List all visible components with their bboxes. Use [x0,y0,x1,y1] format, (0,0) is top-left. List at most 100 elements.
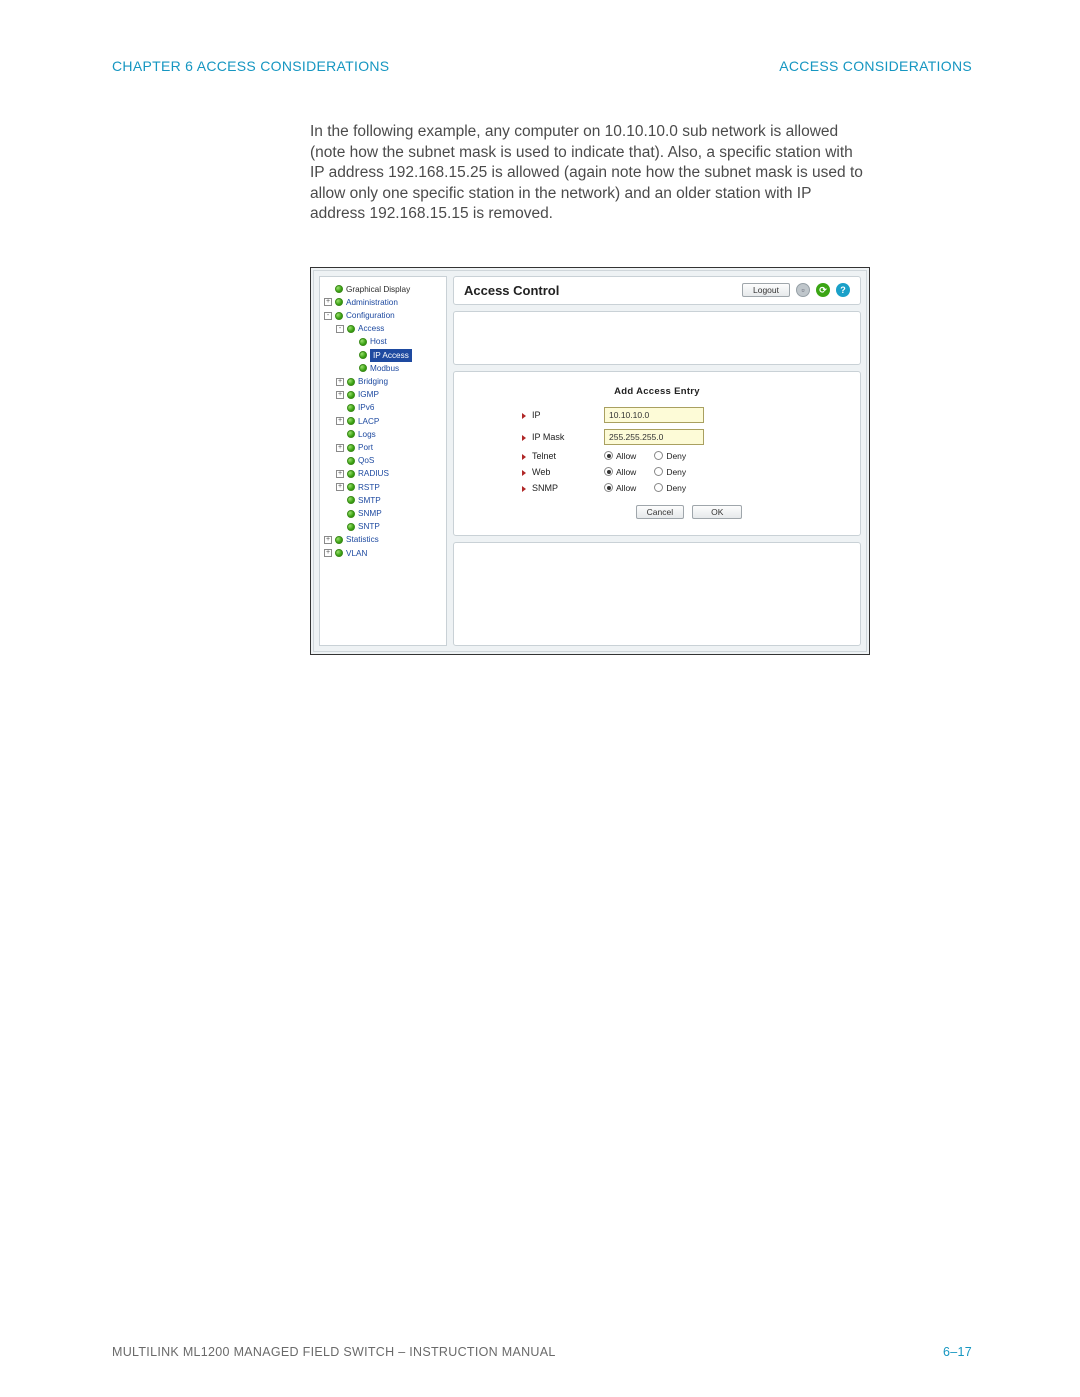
tree-item-label[interactable]: RADIUS [358,467,389,480]
tree-item-label[interactable]: Statistics [346,533,379,546]
body-paragraph: In the following example, any computer o… [310,122,870,225]
expand-icon[interactable]: + [336,378,344,386]
node-icon [359,364,367,372]
nav-tree-panel: Graphical Display+Administration-Configu… [319,276,447,646]
title-panel: Access Control Logout ▫ ⟳ ? [453,276,861,305]
node-icon [335,285,343,293]
tree-item[interactable]: + RSTP [336,481,442,494]
header-left: CHAPTER 6 ACCESS CONSIDERATIONS [112,58,389,74]
expand-icon[interactable]: + [336,417,344,425]
tree-item-label[interactable]: Graphical Display [346,283,410,296]
node-icon [347,523,355,531]
allow-radio[interactable]: Allow [604,467,636,477]
main-area: Access Control Logout ▫ ⟳ ? Add Access E… [453,276,861,646]
tree-item-label[interactable]: RSTP [358,481,380,494]
help-icon[interactable]: ? [836,283,850,297]
page-footer: MULTILINK ML1200 MANAGED FIELD SWITCH – … [112,1345,972,1359]
tree-item[interactable]: - Access [336,322,442,335]
spacer-icon [336,404,344,412]
spacer-icon [324,285,332,293]
tree-item-label[interactable]: Modbus [370,362,399,375]
node-icon [347,444,355,452]
tree-item-label[interactable]: Administration [346,296,398,309]
node-icon [347,391,355,399]
save-icon[interactable]: ▫ [796,283,810,297]
tree-item-label[interactable]: Host [370,335,387,348]
tree-item[interactable]: SNTP [336,520,442,533]
node-icon [347,510,355,518]
tree-item-label[interactable]: SNMP [358,507,382,520]
tree-item-label[interactable]: IPv6 [358,401,374,414]
node-icon [335,298,343,306]
allow-radio[interactable]: Allow [604,483,636,493]
expand-icon[interactable]: + [336,470,344,478]
radio-label: Allow [616,467,636,477]
collapse-icon[interactable]: - [324,312,332,320]
tree-item-label[interactable]: QoS [358,454,374,467]
tree-item[interactable]: + Bridging [336,375,442,388]
tree-item[interactable]: SMTP [336,494,442,507]
tree-item-label[interactable]: Bridging [358,375,388,388]
tree-item-label[interactable]: Port [358,441,373,454]
tree-item-label[interactable]: Logs [358,428,376,441]
ok-button[interactable]: OK [692,505,742,519]
tree-item[interactable]: IPv6 [336,401,442,414]
tree-item[interactable]: + LACP [336,415,442,428]
tree-item-label[interactable]: SMTP [358,494,381,507]
tree-item[interactable]: Modbus [348,362,442,375]
tree-item[interactable]: + Administration [324,296,442,309]
ip-label: IP [484,410,604,420]
radio-icon [604,467,613,476]
spacer-icon [348,364,356,372]
collapse-icon[interactable]: - [336,325,344,333]
tree-item[interactable]: + VLAN [324,547,442,560]
spacer-icon [336,523,344,531]
tree-item-label[interactable]: IGMP [358,388,379,401]
protocol-label: SNMP [484,483,604,493]
tree-item-label[interactable]: Access [358,322,384,335]
tree-item[interactable]: Graphical Display [324,283,442,296]
node-icon [347,417,355,425]
expand-icon[interactable]: + [324,549,332,557]
embedded-screenshot: Graphical Display+Administration-Configu… [310,267,870,655]
expand-icon[interactable]: + [336,391,344,399]
deny-radio[interactable]: Deny [654,467,686,477]
footer-left: MULTILINK ML1200 MANAGED FIELD SWITCH – … [112,1345,556,1359]
deny-radio[interactable]: Deny [654,451,686,461]
tree-item[interactable]: Logs [336,428,442,441]
ip-input[interactable] [604,407,704,423]
tree-item[interactable]: + IGMP [336,388,442,401]
radio-label: Deny [666,451,686,461]
node-icon [347,483,355,491]
tree-item[interactable]: Host [348,335,442,348]
ip-mask-input[interactable] [604,429,704,445]
tree-item[interactable]: IP Access [348,349,442,362]
expand-icon[interactable]: + [324,298,332,306]
tree-item[interactable]: + Port [336,441,442,454]
document-page: CHAPTER 6 ACCESS CONSIDERATIONS ACCESS C… [0,0,1080,1397]
tree-item[interactable]: + Statistics [324,533,442,546]
expand-icon[interactable]: + [336,444,344,452]
tree-item-label[interactable]: SNTP [358,520,380,533]
radio-icon [654,483,663,492]
protocol-label: Telnet [484,451,604,461]
tree-item-label[interactable]: LACP [358,415,379,428]
spacer-icon [348,351,356,359]
cancel-button[interactable]: Cancel [636,505,684,519]
tree-item[interactable]: - Configuration [324,309,442,322]
expand-icon[interactable]: + [324,536,332,544]
page-title: Access Control [464,283,559,298]
refresh-icon[interactable]: ⟳ [816,283,830,297]
tree-item-label[interactable]: IP Access [370,349,412,362]
logout-button[interactable]: Logout [742,283,790,297]
tree-item[interactable]: SNMP [336,507,442,520]
expand-icon[interactable]: + [336,483,344,491]
add-access-entry-form: Add Access Entry IP IP Mask TelnetAllowD… [453,371,861,536]
deny-radio[interactable]: Deny [654,483,686,493]
page-header: CHAPTER 6 ACCESS CONSIDERATIONS ACCESS C… [112,58,972,74]
allow-radio[interactable]: Allow [604,451,636,461]
tree-item-label[interactable]: VLAN [346,547,367,560]
tree-item-label[interactable]: Configuration [346,309,395,322]
tree-item[interactable]: + RADIUS [336,467,442,480]
tree-item[interactable]: QoS [336,454,442,467]
